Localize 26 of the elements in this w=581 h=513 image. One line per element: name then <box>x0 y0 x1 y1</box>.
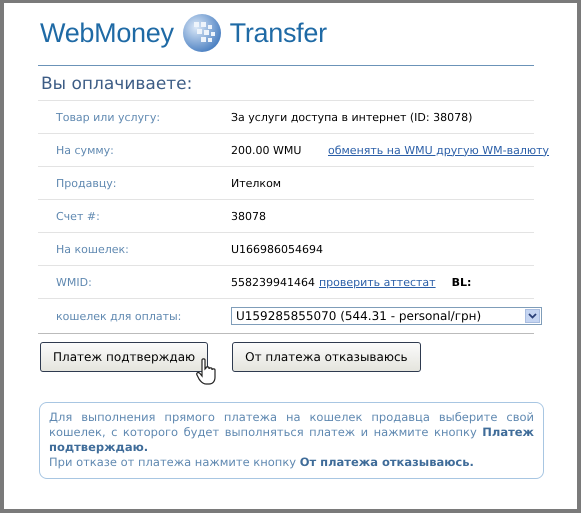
info-text: Для выполнения прямого платежа на кошелек продавца выберите свой кошелек, с которого будет выполняться платеж и нажмите кнопку Платеж подтверждаю. <box>49 410 534 455</box>
exchange-link[interactable]: обменять на WMU другую WM-валюту <box>328 144 550 156</box>
field-label: На кошелек: <box>55 242 130 256</box>
field-label: WMID: <box>55 276 93 288</box>
field-value: За услуги доступа в интернет (ID: 38078) <box>231 110 472 124</box>
action-button[interactable]: Платеж подтверждаю <box>40 342 208 372</box>
field-value: Ителком <box>231 176 282 190</box>
brand-name: Transfer <box>230 18 327 48</box>
field-label: кошелек для оплаты: <box>55 310 182 322</box>
field-label: Счет #: <box>55 210 101 222</box>
brand-name: WebMoney <box>40 18 174 48</box>
wallet-select[interactable]: U159285855070 (544.31 - personal/грн) <box>231 307 542 325</box>
field-value: 558239941464 <box>231 276 315 288</box>
action-button[interactable]: От платежа отказываюсь <box>232 342 421 372</box>
field-value: 200.00 WMU <box>231 144 302 156</box>
field-label: На сумму: <box>55 144 115 156</box>
globe-logo-icon <box>182 13 222 53</box>
field-value: U166986054694 <box>231 242 324 256</box>
section-heading: Вы оплачиваете: <box>40 73 194 96</box>
field-label: Продавцу: <box>55 176 118 190</box>
bl-label: BL: <box>452 276 472 288</box>
field-label: Товар или услугу: <box>55 110 162 124</box>
info-text: При отказе от платежа нажмите кнопку От платежа отказываюсь. <box>49 455 475 470</box>
attestation-link[interactable]: проверить аттестат <box>318 276 436 288</box>
dropdown-icon[interactable] <box>525 309 540 323</box>
field-value: 38078 <box>231 210 266 222</box>
